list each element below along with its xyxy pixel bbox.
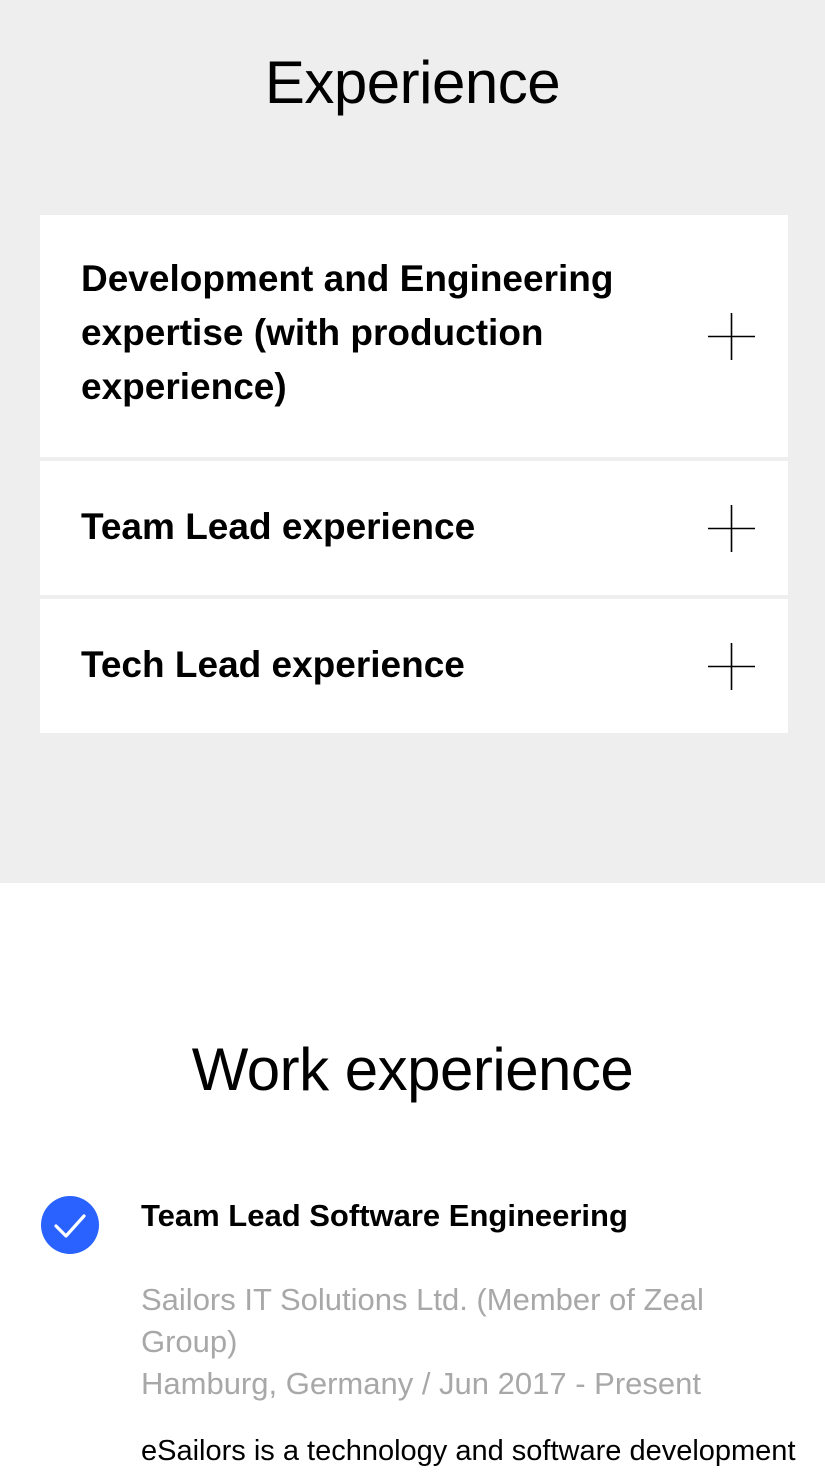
plus-icon[interactable] (708, 313, 755, 360)
accordion-item-development-engineering[interactable]: Development and Engineering expertise (w… (40, 215, 788, 457)
job-title: Team Lead Software Engineering (141, 1198, 628, 1233)
accordion-label: Tech Lead experience (81, 644, 465, 685)
accordion-item-tech-lead[interactable]: Tech Lead experience (40, 599, 788, 733)
experience-section: Experience Development and Engineering ex… (0, 0, 825, 883)
accordion-label: Development and Engineering expertise (w… (81, 258, 614, 407)
experience-heading: Experience (264, 49, 561, 116)
plus-icon[interactable] (708, 643, 755, 690)
check-circle-icon (41, 1196, 99, 1254)
plus-icon[interactable] (708, 505, 755, 552)
work-experience-heading: Work experience (191, 1036, 634, 1103)
job-description: eSailors is a technology and software de… (141, 1435, 796, 1467)
accordion-label: Team Lead experience (81, 506, 476, 547)
job-location-dates: Hamburg, Germany / Jun 2017 - Present (141, 1366, 701, 1401)
job-company: Sailors IT Solutions Ltd. (Member of Zea… (141, 1282, 704, 1359)
accordion-item-team-lead[interactable]: Team Lead experience (40, 461, 788, 595)
